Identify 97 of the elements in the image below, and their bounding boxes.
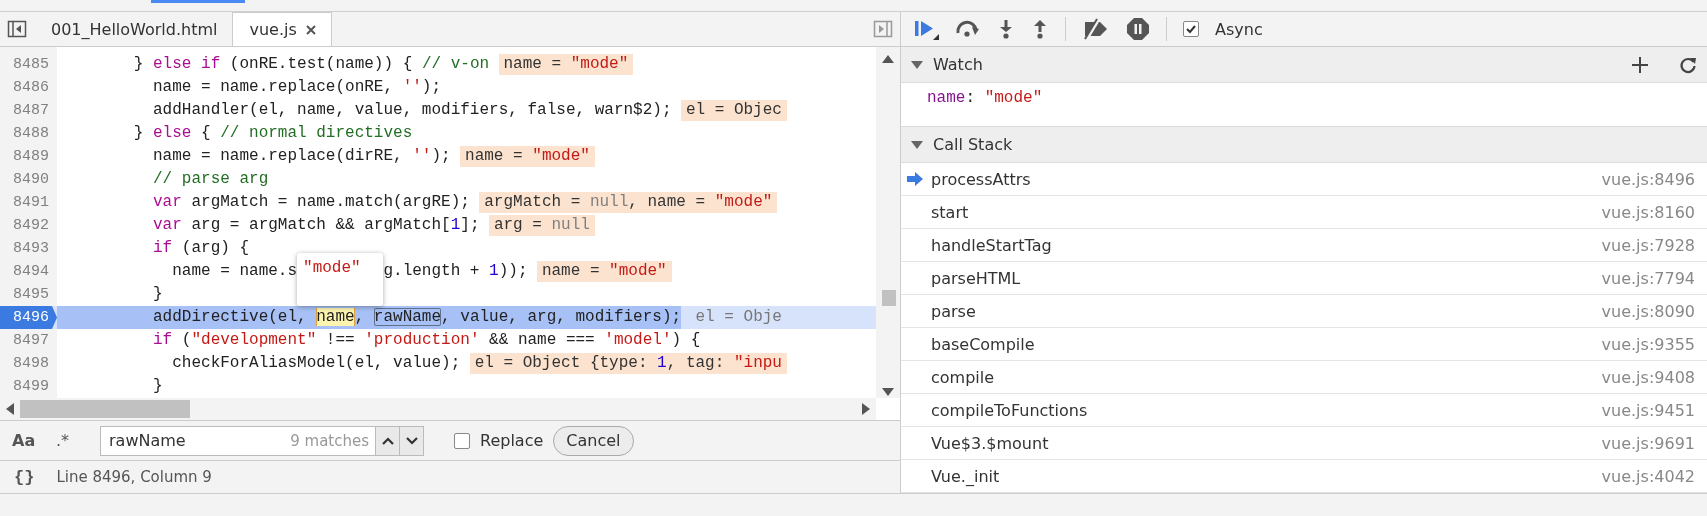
function-name: baseCompile	[931, 334, 1036, 354]
code-line: } else if (onRE.test(name)) { // v-on	[132, 54, 490, 75]
code-line: checkForAliasModel(el, value);	[171, 353, 461, 374]
sidebar-toggle-icon	[873, 19, 893, 39]
source-location: vue.js:7928	[1601, 235, 1695, 255]
source-location: vue.js:9355	[1601, 334, 1695, 354]
code-line: name = name.replace(dirRE, '');	[152, 146, 451, 167]
call-frame[interactable]: compileToFunctions vue.js:9451	[901, 394, 1707, 427]
source-location: vue.js:7794	[1601, 268, 1695, 288]
code-line: g.length + 1));	[383, 261, 528, 282]
deactivate-breakpoints-icon[interactable]	[1082, 18, 1110, 40]
expand-triangle-icon	[911, 139, 923, 150]
function-name: compile	[931, 367, 996, 387]
call-frame[interactable]: compile vue.js:9408	[901, 361, 1707, 394]
source-location: vue.js:9408	[1601, 367, 1695, 387]
scrollbar-thumb[interactable]	[882, 290, 896, 306]
inline-value: argMatch = null, name = "mode"	[479, 192, 778, 213]
search-input[interactable]: rawName	[107, 430, 291, 451]
function-name: handleStartTag	[931, 235, 1053, 255]
code-line: // parse arg	[152, 169, 269, 190]
section-title: Call Stack	[933, 135, 1014, 154]
code-line: }	[152, 376, 163, 397]
refresh-icon[interactable]	[1679, 55, 1697, 74]
scroll-left-icon	[6, 403, 14, 415]
function-name: compileToFunctions	[931, 400, 1089, 420]
watch-header[interactable]: Watch	[901, 47, 1707, 83]
pretty-print-button[interactable]: {}	[14, 467, 35, 487]
code-line: var arg = argMatch && argMatch[1];	[152, 215, 480, 236]
next-match-button[interactable]	[399, 426, 423, 455]
file-tab[interactable]: vue.js	[232, 12, 332, 46]
close-icon[interactable]	[304, 23, 317, 36]
file-tab[interactable]: 001_HelloWorld.html	[34, 12, 233, 46]
chevron-up-icon	[381, 436, 394, 445]
call-frame[interactable]: processAttrs vue.js:8496	[901, 163, 1707, 196]
scroll-right-icon	[862, 403, 870, 415]
async-checkbox[interactable]	[1183, 21, 1199, 37]
source-location: vue.js:9451	[1601, 400, 1695, 420]
resume-icon[interactable]	[913, 18, 939, 40]
source-location: vue.js:4042	[1601, 466, 1695, 486]
function-name: Vue._init	[931, 466, 1001, 486]
inline-value: el = Obje	[694, 307, 783, 328]
scroll-down-icon	[882, 388, 894, 396]
source-location: vue.js:8496	[1601, 169, 1695, 189]
scrollbar-thumb[interactable]	[20, 400, 190, 418]
cancel-button[interactable]: Cancel	[553, 425, 634, 456]
expand-triangle-icon	[911, 59, 923, 70]
regex-toggle[interactable]: .*	[56, 431, 90, 450]
source-location: vue.js:9691	[1601, 433, 1695, 453]
async-label: Async	[1215, 19, 1263, 39]
previous-match-button[interactable]	[375, 426, 399, 455]
source-location: vue.js:8090	[1601, 301, 1695, 321]
watch-expression[interactable]: name: "mode"	[927, 89, 1043, 107]
call-frame[interactable]: parseHTML vue.js:7794	[901, 262, 1707, 295]
replace-label: Replace	[480, 431, 544, 450]
function-name: Vue$3.$mount	[931, 433, 1050, 453]
step-over-icon[interactable]	[955, 18, 981, 40]
code-line: } else { // normal directives	[132, 123, 413, 144]
chevron-down-icon	[405, 436, 418, 445]
match-count: 9 matches	[290, 431, 370, 450]
inline-value: name = "mode"	[460, 146, 595, 167]
match-case-toggle[interactable]: Aa	[12, 431, 46, 450]
call-frame[interactable]: handleStartTag vue.js:7928	[901, 229, 1707, 262]
call-frame[interactable]: Vue$3.$mount vue.js:9691	[901, 427, 1707, 460]
call-frame[interactable]: parse vue.js:8090	[901, 295, 1707, 328]
line-number[interactable]: 8496	[0, 306, 57, 329]
cursor-position: Line 8496, Column 9	[56, 468, 212, 486]
inline-value: el = Objec	[681, 100, 787, 121]
function-name: parse	[931, 301, 977, 321]
search-field[interactable]: rawName 9 matches	[100, 425, 424, 456]
call-stack-header[interactable]: Call Stack	[901, 127, 1707, 163]
vertical-scrollbar[interactable]	[876, 47, 900, 398]
section-title: Watch	[933, 55, 984, 74]
function-name: parseHTML	[931, 268, 1022, 288]
function-name: processAttrs	[931, 169, 1032, 189]
inline-value: name = "mode"	[537, 261, 672, 282]
call-frame[interactable]: baseCompile vue.js:9355	[901, 328, 1707, 361]
code-line: name = name.replace(onRE, '');	[152, 77, 442, 98]
code-line: }	[152, 284, 163, 305]
source-location: vue.js:8160	[1601, 202, 1695, 222]
replace-checkbox[interactable]	[454, 432, 470, 449]
call-frame[interactable]: Vue._init vue.js:4042	[901, 460, 1707, 493]
code-line: addHandler(el, name, value, modifiers, false, warn$2);	[152, 100, 672, 121]
inline-value: el = Object {type: 1, tag: "inpu	[469, 353, 787, 374]
code-line: name = name.s	[171, 261, 298, 282]
pause-icon[interactable]	[1126, 17, 1150, 41]
function-name: start	[931, 202, 970, 222]
scroll-up-icon	[882, 55, 894, 63]
code-line: if ("development" !== 'production' && name === 'model') {	[152, 330, 701, 351]
code-line: if (arg) {	[152, 238, 250, 259]
sidebar-toggle-icon	[7, 19, 27, 39]
check-icon	[1185, 23, 1197, 35]
call-frame[interactable]: start vue.js:8160	[901, 196, 1707, 229]
value-popover: "mode"	[297, 253, 384, 306]
inline-value: arg = null	[489, 215, 595, 236]
plus-icon[interactable]	[1631, 55, 1649, 74]
code-line: var argMatch = name.match(argRE);	[152, 192, 470, 213]
inline-value: name = "mode"	[498, 54, 634, 75]
